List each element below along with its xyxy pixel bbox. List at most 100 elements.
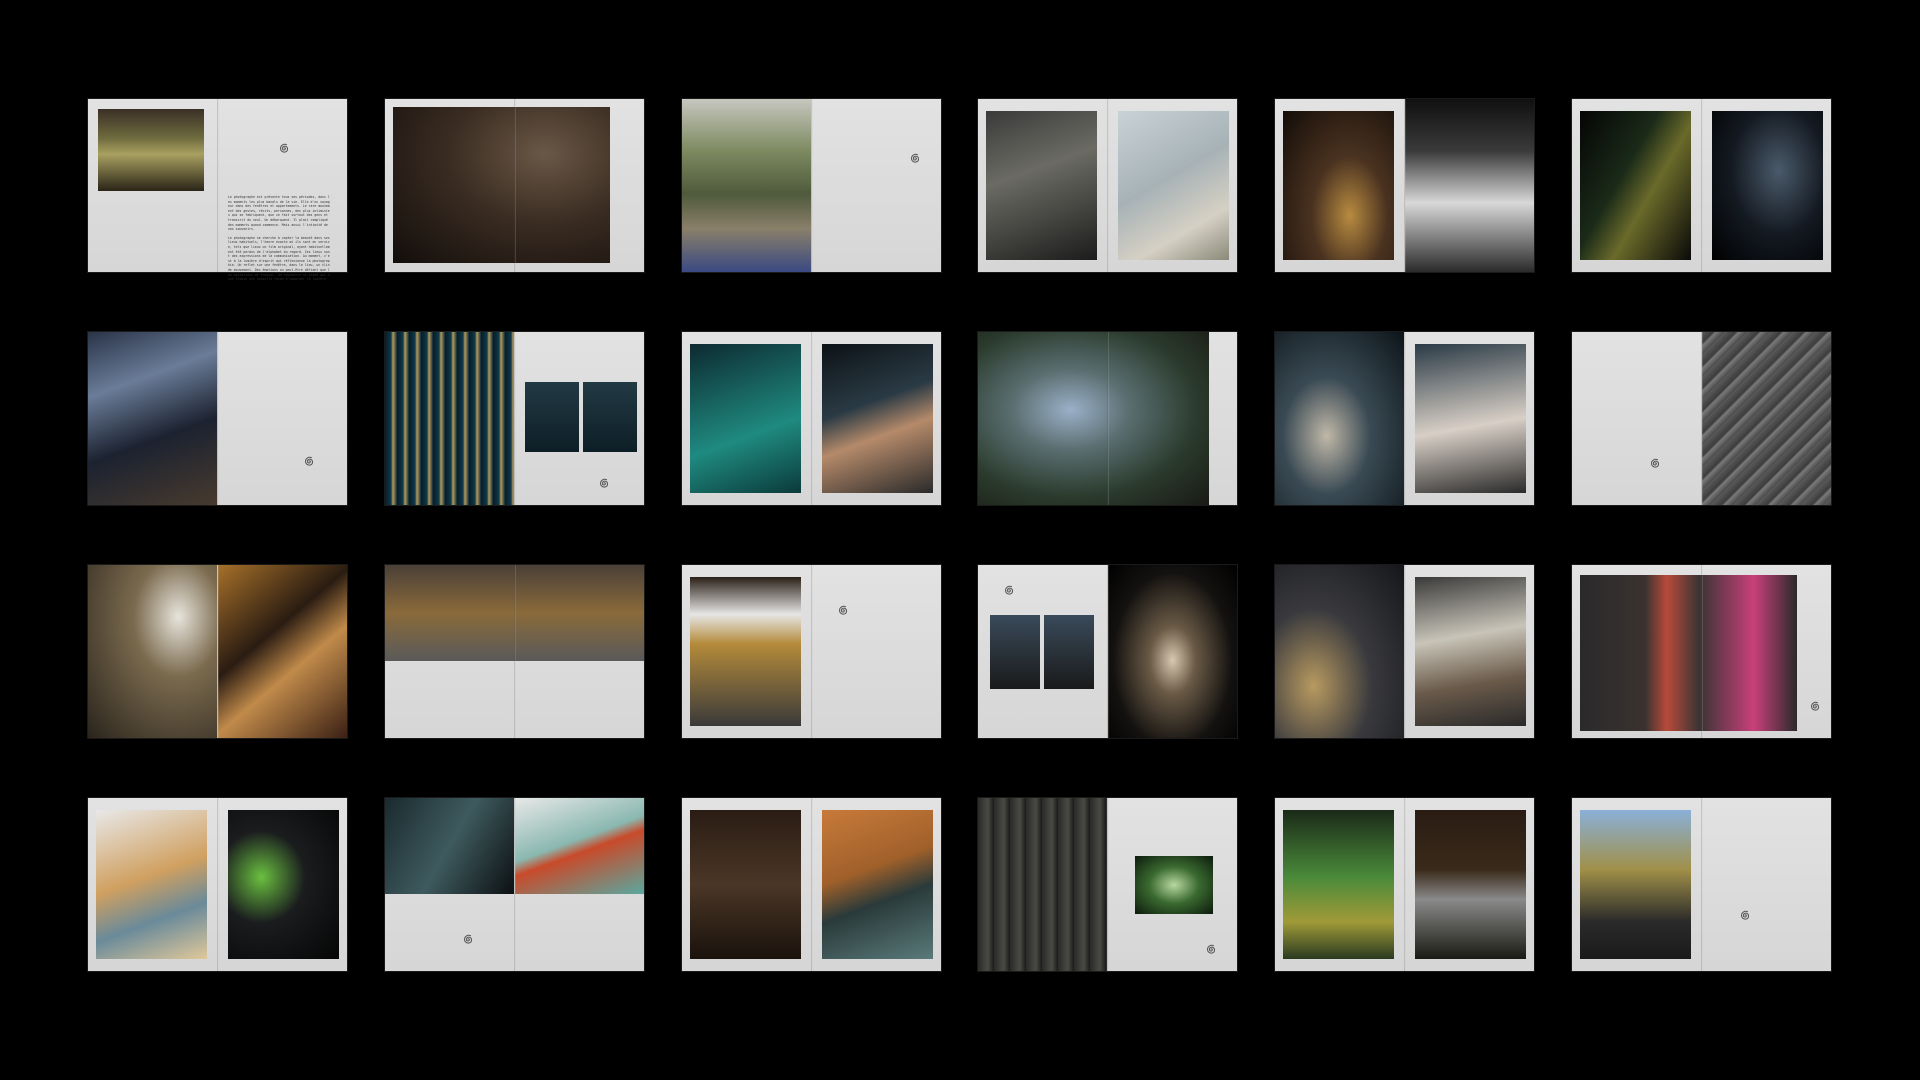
- magazine-spread[interactable]: Le photographe est présente tous ses pér…: [88, 99, 347, 281]
- shop-window-photo: [690, 577, 801, 726]
- magazine-spread[interactable]: [682, 99, 941, 272]
- spread-gutter: [513, 332, 516, 505]
- water-pattern-photo: [1415, 810, 1526, 959]
- magazine-spread[interactable]: [978, 332, 1237, 505]
- lit-statue-photo: [1108, 565, 1237, 738]
- spread-gutter: [216, 332, 219, 505]
- spread-gutter: [810, 798, 813, 971]
- right-page: [811, 99, 941, 272]
- harbor-photo-b: [583, 382, 637, 452]
- spread-gutter: [513, 99, 516, 272]
- spread-gutter: [1700, 565, 1703, 738]
- child-portrait-photo: [96, 810, 207, 959]
- pavement-shadow-photo: [1702, 332, 1831, 505]
- diver-splash-photo: [1275, 332, 1404, 505]
- church-interior-photo: [1283, 111, 1394, 260]
- spread-gutter: [810, 99, 813, 272]
- right-page: [1701, 798, 1831, 971]
- right-page: [217, 332, 347, 505]
- spread-gutter: [513, 565, 516, 738]
- magazine-spread[interactable]: [1572, 565, 1831, 738]
- spread-gutter: [1106, 99, 1109, 272]
- spread-gutter: [1700, 332, 1703, 505]
- magazine-spread[interactable]: [1572, 798, 1831, 971]
- flower-seller-photo: [682, 99, 811, 272]
- magazine-spread[interactable]: [1275, 565, 1534, 738]
- spread-gutter: [1106, 565, 1109, 738]
- magazine-spread[interactable]: [682, 332, 941, 505]
- magazine-spread[interactable]: [978, 99, 1237, 272]
- magazine-spread[interactable]: [1275, 332, 1534, 505]
- magazine-spread[interactable]: [1572, 332, 1831, 505]
- spread-gutter: [216, 565, 219, 738]
- intro-paragraph-2: Le photographe ne cherche à capter la be…: [228, 235, 330, 282]
- spread-gutter: [1106, 332, 1109, 505]
- spread-gutter: [216, 798, 219, 971]
- spread-gutter: [1403, 565, 1406, 738]
- spiral-doodle-icon: [1644, 452, 1666, 474]
- magazine-spread[interactable]: [1275, 99, 1534, 272]
- blinds-view-photo: [978, 798, 1107, 971]
- street-shadow-photo: [393, 107, 610, 263]
- bird-toy-photo: [228, 810, 339, 959]
- window-photo: [98, 109, 204, 191]
- spread-gutter: [1700, 99, 1703, 272]
- lifebuoy-photo: [515, 798, 644, 894]
- silhouette-photo: [1044, 615, 1094, 689]
- bust-statue-photo: [88, 565, 217, 738]
- spread-gutter: [1403, 798, 1406, 971]
- city-street-photo: [986, 111, 1097, 260]
- magazine-spread[interactable]: [682, 565, 941, 738]
- spiral-doodle-icon: [273, 137, 295, 159]
- glittering-table-photo: [1275, 565, 1404, 738]
- spread-gutter: [810, 332, 813, 505]
- mural-photo: [1118, 111, 1229, 260]
- magazine-spread[interactable]: [88, 332, 347, 505]
- ornate-ceiling-photo: [218, 565, 347, 738]
- magazine-spread[interactable]: [978, 798, 1237, 971]
- magazine-spread[interactable]: [978, 565, 1237, 738]
- spread-gutter: [810, 565, 813, 738]
- spiral-doodle-icon: [1200, 938, 1222, 960]
- intro-text-block: Le photographe est présente tous ses pér…: [228, 195, 330, 286]
- spiral-doodle-icon: [593, 472, 615, 494]
- abstract-figure-photo: [88, 332, 217, 505]
- spiral-doodle-icon: [298, 450, 320, 472]
- left-page: [1572, 332, 1702, 505]
- spiral-doodle-icon: [998, 579, 1020, 601]
- night-lights-photo: [1580, 111, 1691, 260]
- garden-peephole-photo: [1135, 856, 1213, 914]
- magazine-spread[interactable]: [385, 99, 644, 272]
- blurred-hand-photo: [978, 332, 1209, 505]
- spiral-doodle-icon: [1804, 695, 1826, 717]
- magazine-spread[interactable]: [682, 798, 941, 971]
- lawn-photo: [1283, 810, 1394, 959]
- magazine-spread[interactable]: [385, 565, 644, 738]
- magazine-spread[interactable]: [1572, 99, 1831, 272]
- spread-gutter: [1403, 332, 1406, 505]
- spread-gutter: [1106, 798, 1109, 971]
- cafe-terrace-photo: [1580, 575, 1797, 731]
- spiral-doodle-icon: [457, 928, 479, 950]
- magazine-spread[interactable]: [385, 332, 644, 505]
- teal-boat-photo: [690, 344, 801, 493]
- spread-gutter: [216, 99, 219, 272]
- magazine-spread[interactable]: [385, 798, 644, 971]
- spread-gutter: [1403, 99, 1406, 272]
- pool-edge-photo: [822, 810, 933, 959]
- spiral-doodle-icon: [832, 599, 854, 621]
- spiral-doodle-icon: [1734, 904, 1756, 926]
- swimmer-photo: [822, 344, 933, 493]
- street-crowd-photo: [1415, 577, 1526, 726]
- magazine-spread[interactable]: [88, 798, 347, 971]
- upside-down-photo: [1405, 99, 1534, 272]
- spread-gutter: [1700, 798, 1703, 971]
- harbor-photo-a: [525, 382, 579, 452]
- tram-passengers-photo: [385, 798, 514, 894]
- magazine-spread[interactable]: [88, 565, 347, 738]
- spread-grid: Le photographe est présente tous ses pér…: [0, 0, 1920, 1080]
- magazine-spread[interactable]: [1275, 798, 1534, 971]
- water-reflection-photo: [385, 332, 514, 505]
- window-light-photo: [990, 615, 1040, 689]
- spiral-doodle-icon: [904, 147, 926, 169]
